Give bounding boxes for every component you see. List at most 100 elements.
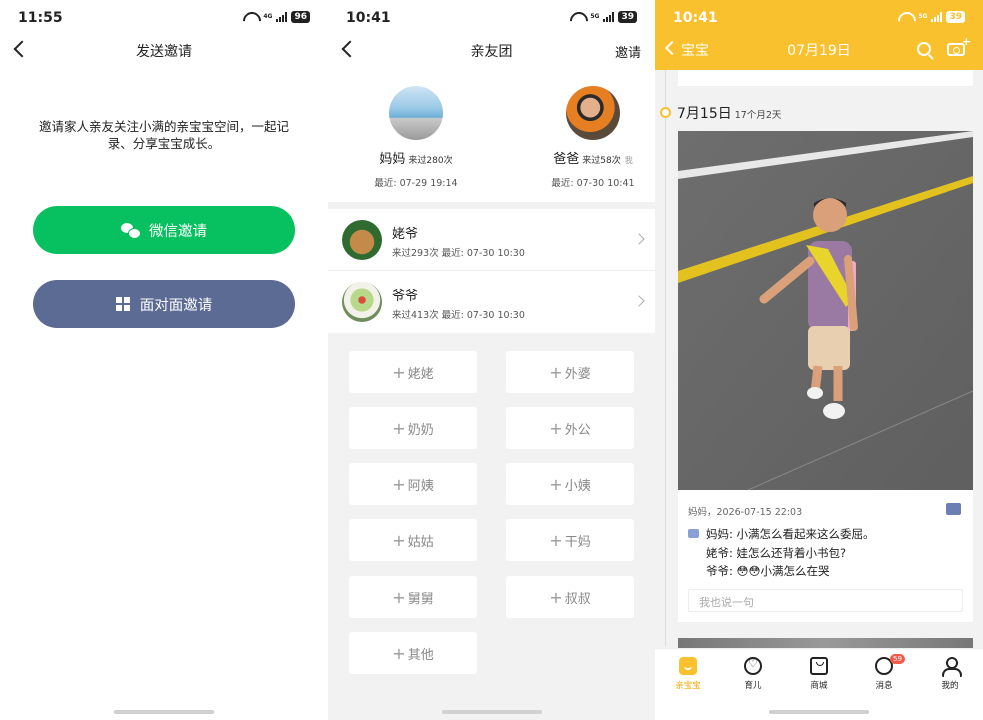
unread-badge: 59 [890,654,905,664]
invite-link[interactable]: 邀请 [615,42,641,61]
page-title: 发送邀请 [136,44,192,60]
reply-input[interactable]: 我也说一句 [688,589,963,612]
comment-text: 娃怎么还背着小书包? [736,545,847,560]
tab-mall[interactable]: 商城 [794,657,844,691]
add-role-button[interactable]: + 姑姑 [349,519,477,561]
list-item[interactable]: 姥爷 来过293次 最近: 07-30 10:30 [328,209,655,271]
comment-author: 姥爷: [706,545,733,560]
parent-name: 爸爸 [553,152,580,167]
timeline-header: 10:41 5G 39 宝宝 07月19日 [655,0,983,70]
wechat-invite-label: 微信邀请 [149,223,207,240]
photo-image [678,131,973,490]
tab-label: 消息 [875,681,893,691]
nav-bar: 发送邀请 [0,36,328,66]
add-role-button[interactable]: + 小姨 [506,463,634,505]
wifi-icon [570,12,586,23]
add-role-button[interactable]: + 干妈 [506,519,634,561]
avatar [342,282,382,322]
parents-card: 妈妈 来过280次 最近: 07-29 19:14 爸爸 来过58次我 最近: 07… [328,66,655,202]
home-icon [679,657,697,675]
comment-author: 爷爷: [706,564,733,578]
plus-icon: + [392,587,406,607]
list-item[interactable]: 爷爷 来过413次 最近: 07-30 10:30 [328,271,655,333]
tab-home[interactable]: 亲宝宝 [663,657,713,691]
status-time: 10:41 [346,10,391,26]
status-bar: 11:55 4G 96 [0,0,328,36]
role-label: 奶奶 [407,422,434,438]
face-to-face-invite-button[interactable]: 面对面邀请 [33,280,295,328]
role-label: 其他 [407,647,434,663]
add-role-button[interactable]: + 姥姥 [349,351,477,393]
entry-date: 7月15日 17个月2天 [677,103,781,123]
add-role-button[interactable]: + 其他 [349,632,477,674]
nav-bar: 亲友团 邀请 [328,36,655,66]
role-label: 干妈 [564,534,591,550]
add-role-button[interactable]: + 外公 [506,407,634,449]
battery-indicator: 39 [618,11,637,23]
person-icon [941,657,962,677]
network-label: 4G [263,13,273,20]
timeline-dot [660,107,671,118]
visit-count: 来过280次 [408,156,453,166]
status-bar: 10:41 5G 39 [655,0,983,36]
face-to-face-invite-label: 面对面邀请 [139,297,213,314]
add-role-button[interactable]: + 叔叔 [506,576,634,618]
role-label: 外婆 [564,366,591,382]
wechat-invite-button[interactable]: 微信邀请 [33,206,295,254]
add-role-button[interactable]: + 舅舅 [349,576,477,618]
search-icon[interactable] [917,42,931,56]
status-time: 10:41 [673,10,718,26]
chevron-right-icon [633,233,645,245]
comment-icon[interactable] [946,503,961,515]
tab-label: 育儿 [744,681,762,691]
timeline-post: 妈妈，2026-07-15 22:03 妈妈: 小满怎么看起来这么委屈。 姥爷:… [678,131,973,622]
member-info: 来过413次 最近: 07-30 10:30 [392,310,525,321]
parent-name: 妈妈 [379,152,406,167]
me-tag: 我 [624,156,633,165]
tab-me[interactable]: 我的 [925,657,975,691]
invite-intro-text: 邀请家人亲友关注小满的亲宝宝空间，一起记录、分享宝宝成长。 [38,119,289,151]
parent-dad[interactable]: 爸爸 来过58次我 最近: 07-30 10:41 [518,86,655,189]
chevron-right-icon [633,295,645,307]
wifi-icon [243,12,259,23]
battery-indicator: 96 [291,11,310,23]
baby-timeline-screen: 10:41 5G 39 宝宝 07月19日 7月15日17个月2天 [655,0,983,720]
signal-icon [603,12,615,22]
home-indicator[interactable] [114,710,214,714]
wifi-icon [898,12,914,23]
bottom-tab-bar: 亲宝宝 育儿 商城 59 消息 我的 [655,648,983,720]
add-role-button[interactable]: + 外婆 [506,351,634,393]
role-label: 姥姥 [407,366,434,382]
member-info: 来过293次 最近: 07-30 10:30 [392,248,525,259]
heart-icon [744,657,762,675]
network-label: 5G [918,13,928,20]
parent-mom[interactable]: 妈妈 来过280次 最近: 07-29 19:14 [341,86,491,189]
comment-list: 妈妈: 小满怎么看起来这么委屈。 姥爷: 娃怎么还背着小书包? 爷爷: 😳😳小满… [688,525,963,581]
role-label: 舅舅 [407,591,434,607]
status-time: 11:55 [18,10,63,26]
home-indicator[interactable] [441,710,542,714]
plus-icon: + [549,362,563,382]
home-indicator[interactable] [769,710,869,714]
page-title: 亲友团 [470,44,513,60]
add-photo-icon[interactable] [947,35,971,56]
send-invite-screen: 11:55 4G 96 发送邀请 邀请家人亲友关注小满的亲宝宝空间，一起记录、分… [0,0,328,720]
family-group-screen: 10:41 5G 39 亲友团 邀请 妈妈 来过280次 最近: 07-29 19… [328,0,655,720]
member-name: 爷爷 [392,289,419,304]
avatar [389,86,443,140]
shopping-bag-icon [810,657,828,675]
status-bar: 10:41 5G 39 [328,0,655,36]
chat-bubble-icon: 59 [875,654,905,675]
plus-icon: + [392,530,406,550]
network-label: 5G [590,13,600,20]
comment: 妈妈: 小满怎么看起来这么委屈。 [688,525,963,544]
tab-messages[interactable]: 59 消息 [859,654,909,691]
last-visit: 最近: 07-30 10:41 [551,178,635,189]
tab-parenting[interactable]: 育儿 [728,657,778,691]
add-role-button[interactable]: + 奶奶 [349,407,477,449]
last-visit: 最近: 07-29 19:14 [374,178,458,189]
add-role-button[interactable]: + 阿姨 [349,463,477,505]
previous-post-edge [678,70,973,86]
post-photo[interactable] [678,131,973,490]
entry-date-text: 7月15日 [677,106,732,122]
